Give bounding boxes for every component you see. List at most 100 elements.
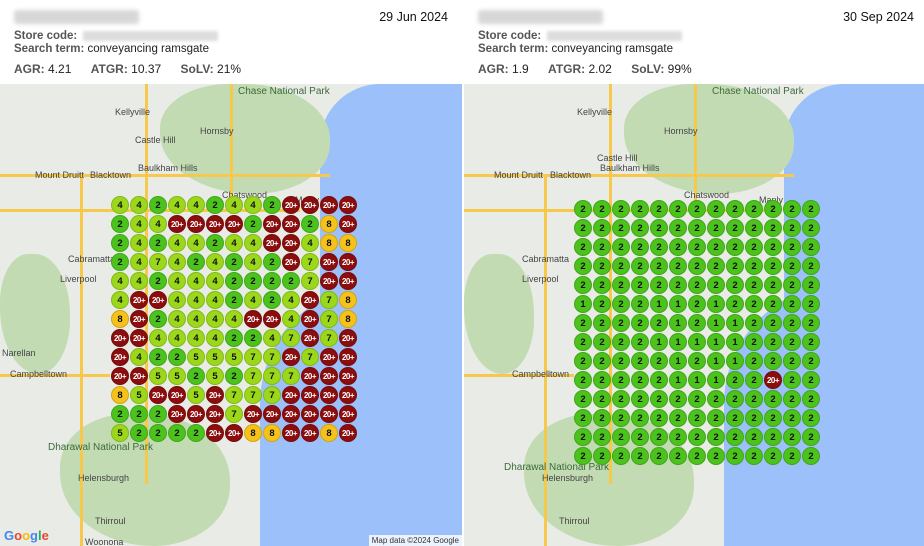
rank-marker[interactable]: 2 bbox=[802, 447, 820, 465]
rank-marker[interactable]: 2 bbox=[574, 200, 592, 218]
rank-marker[interactable]: 2 bbox=[631, 219, 649, 237]
rank-marker[interactable]: 20+ bbox=[206, 424, 224, 442]
rank-marker[interactable]: 20+ bbox=[244, 310, 262, 328]
rank-marker[interactable]: 20+ bbox=[339, 329, 357, 347]
rank-marker[interactable]: 2 bbox=[707, 238, 725, 256]
rank-marker[interactable]: 4 bbox=[263, 329, 281, 347]
rank-marker[interactable]: 2 bbox=[726, 428, 744, 446]
rank-marker[interactable]: 2 bbox=[631, 200, 649, 218]
rank-marker[interactable]: 4 bbox=[149, 215, 167, 233]
rank-marker[interactable]: 2 bbox=[802, 295, 820, 313]
rank-marker[interactable]: 4 bbox=[130, 215, 148, 233]
rank-marker[interactable]: 4 bbox=[206, 291, 224, 309]
rank-marker[interactable]: 2 bbox=[764, 352, 782, 370]
rank-marker[interactable]: 2 bbox=[764, 295, 782, 313]
rank-marker[interactable]: 2 bbox=[783, 295, 801, 313]
rank-marker[interactable]: 20+ bbox=[301, 196, 319, 214]
rank-marker[interactable]: 2 bbox=[225, 253, 243, 271]
rank-marker[interactable]: 20+ bbox=[282, 386, 300, 404]
rank-marker[interactable]: 2 bbox=[612, 409, 630, 427]
rank-marker[interactable]: 2 bbox=[688, 257, 706, 275]
rank-marker[interactable]: 4 bbox=[111, 196, 129, 214]
rank-marker[interactable]: 4 bbox=[206, 272, 224, 290]
rank-marker[interactable]: 2 bbox=[574, 371, 592, 389]
rank-marker[interactable]: 2 bbox=[802, 352, 820, 370]
rank-marker[interactable]: 2 bbox=[707, 257, 725, 275]
rank-marker[interactable]: 2 bbox=[612, 447, 630, 465]
rank-marker[interactable]: 2 bbox=[187, 367, 205, 385]
rank-marker[interactable]: 2 bbox=[745, 352, 763, 370]
rank-marker[interactable]: 4 bbox=[225, 196, 243, 214]
rank-marker[interactable]: 2 bbox=[802, 200, 820, 218]
rank-marker[interactable]: 2 bbox=[244, 215, 262, 233]
rank-marker[interactable]: 8 bbox=[339, 234, 357, 252]
rank-marker[interactable]: 2 bbox=[612, 314, 630, 332]
rank-marker[interactable]: 2 bbox=[650, 428, 668, 446]
rank-marker[interactable]: 4 bbox=[244, 291, 262, 309]
rank-marker[interactable]: 2 bbox=[149, 234, 167, 252]
rank-marker[interactable]: 20+ bbox=[111, 329, 129, 347]
rank-marker[interactable]: 2 bbox=[612, 428, 630, 446]
rank-marker[interactable]: 4 bbox=[225, 234, 243, 252]
rank-marker[interactable]: 2 bbox=[574, 390, 592, 408]
rank-marker[interactable]: 2 bbox=[593, 390, 611, 408]
rank-marker[interactable]: 2 bbox=[650, 409, 668, 427]
rank-marker[interactable]: 1 bbox=[669, 314, 687, 332]
rank-marker[interactable]: 4 bbox=[206, 310, 224, 328]
rank-marker[interactable]: 4 bbox=[130, 348, 148, 366]
rank-marker[interactable]: 20+ bbox=[130, 310, 148, 328]
rank-marker[interactable]: 20+ bbox=[244, 405, 262, 423]
rank-marker[interactable]: 2 bbox=[612, 295, 630, 313]
rank-marker[interactable]: 1 bbox=[669, 333, 687, 351]
rank-marker[interactable]: 2 bbox=[225, 291, 243, 309]
rank-marker[interactable]: 2 bbox=[650, 200, 668, 218]
rank-marker[interactable]: 2 bbox=[669, 257, 687, 275]
rank-marker[interactable]: 4 bbox=[168, 310, 186, 328]
rank-marker[interactable]: 1 bbox=[707, 314, 725, 332]
rank-marker[interactable]: 20+ bbox=[301, 386, 319, 404]
rank-marker[interactable]: 2 bbox=[574, 314, 592, 332]
rank-marker[interactable]: 2 bbox=[669, 447, 687, 465]
rank-marker[interactable]: 2 bbox=[225, 329, 243, 347]
rank-marker[interactable]: 2 bbox=[650, 447, 668, 465]
rank-marker[interactable]: 1 bbox=[688, 371, 706, 389]
rank-marker[interactable]: 20+ bbox=[130, 329, 148, 347]
rank-marker[interactable]: 7 bbox=[225, 386, 243, 404]
rank-marker[interactable]: 2 bbox=[669, 428, 687, 446]
rank-marker[interactable]: 1 bbox=[707, 295, 725, 313]
rank-marker[interactable]: 20+ bbox=[339, 272, 357, 290]
rank-marker[interactable]: 1 bbox=[707, 333, 725, 351]
rank-marker[interactable]: 2 bbox=[612, 219, 630, 237]
rank-marker[interactable]: 8 bbox=[320, 234, 338, 252]
rank-marker[interactable]: 2 bbox=[783, 409, 801, 427]
rank-marker[interactable]: 2 bbox=[745, 390, 763, 408]
rank-marker[interactable]: 2 bbox=[707, 200, 725, 218]
rank-marker[interactable]: 2 bbox=[593, 200, 611, 218]
rank-marker[interactable]: 4 bbox=[130, 253, 148, 271]
rank-marker[interactable]: 2 bbox=[745, 333, 763, 351]
rank-marker[interactable]: 20+ bbox=[225, 424, 243, 442]
rank-marker[interactable]: 2 bbox=[149, 348, 167, 366]
rank-marker[interactable]: 2 bbox=[612, 200, 630, 218]
rank-marker[interactable]: 20+ bbox=[282, 253, 300, 271]
rank-marker[interactable]: 1 bbox=[574, 295, 592, 313]
rank-marker[interactable]: 2 bbox=[745, 409, 763, 427]
rank-marker[interactable]: 4 bbox=[282, 310, 300, 328]
rank-marker[interactable]: 20+ bbox=[225, 215, 243, 233]
rank-marker[interactable]: 20+ bbox=[168, 405, 186, 423]
rank-marker[interactable]: 7 bbox=[244, 367, 262, 385]
rank-marker[interactable]: 2 bbox=[149, 310, 167, 328]
rank-marker[interactable]: 4 bbox=[149, 329, 167, 347]
rank-marker[interactable]: 7 bbox=[301, 272, 319, 290]
rank-marker[interactable]: 2 bbox=[764, 257, 782, 275]
rank-marker[interactable]: 2 bbox=[745, 200, 763, 218]
map-view[interactable]: Kellyville Castle Hill Hornsby Baulkham … bbox=[464, 84, 924, 546]
rank-marker[interactable]: 5 bbox=[206, 348, 224, 366]
rank-marker[interactable]: 2 bbox=[726, 200, 744, 218]
rank-marker[interactable]: 2 bbox=[669, 409, 687, 427]
rank-marker[interactable]: 20+ bbox=[263, 234, 281, 252]
rank-marker[interactable]: 2 bbox=[726, 390, 744, 408]
rank-marker[interactable]: 4 bbox=[187, 272, 205, 290]
rank-marker[interactable]: 4 bbox=[244, 196, 262, 214]
rank-marker[interactable]: 2 bbox=[593, 257, 611, 275]
